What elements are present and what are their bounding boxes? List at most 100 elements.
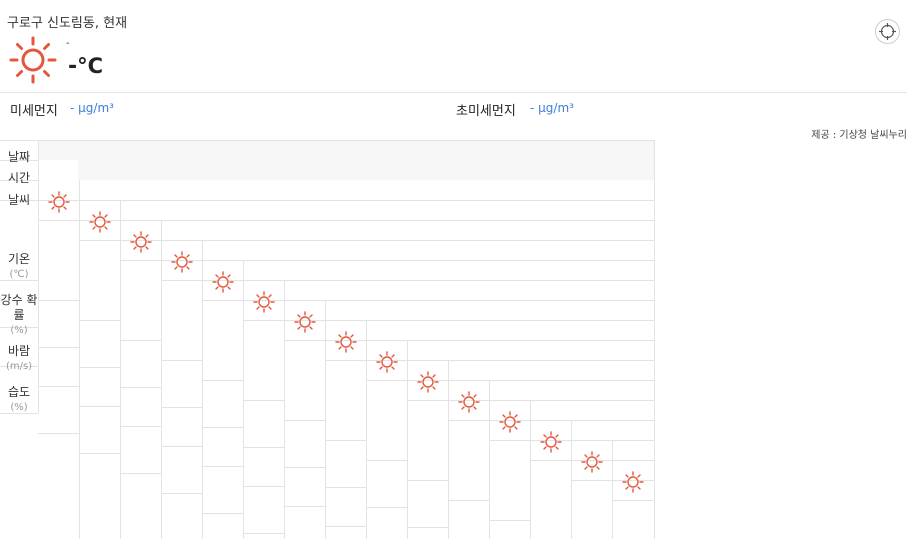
row-label-title: 강수 확률 [0,293,38,322]
cell-line [161,407,202,408]
step-line [202,280,655,281]
cell-line [120,260,161,261]
date-row-shade [38,140,654,160]
row-label-title: 날씨 [7,193,31,207]
cell-line [325,526,366,527]
row-label-1: 날짜 [0,150,38,165]
column-divider [120,200,121,539]
cell-line [79,406,120,407]
row-label-4: 기온 (℃) [0,252,38,282]
cell-line [243,320,284,321]
row-label-3: 날씨 [0,193,38,208]
cell-line [161,360,202,361]
pm25-label: 초미세먼지 [456,104,516,119]
cell-line [161,493,202,494]
cell-line [202,300,243,301]
step-line [325,340,655,341]
column-divider [530,400,531,539]
pm25-value: - μg/m³ [530,101,574,115]
cell-line [202,513,243,514]
cell-line [571,480,612,481]
cell-line [79,367,120,368]
row-label-unit: (%) [10,325,28,336]
cell-line [38,433,79,434]
label-col-divider [38,140,39,413]
crosshair-icon [879,23,896,40]
cell-line [120,340,161,341]
step-line [79,220,655,221]
cell-line [161,280,202,281]
cell-line [243,447,284,448]
cell-line [38,220,79,221]
pm10-value: - μg/m³ [70,101,114,115]
row-label-title: 습도 [7,385,31,399]
cell-line [325,487,366,488]
sun-icon [48,191,70,213]
row-label-5: 강수 확률 (%) [0,293,38,338]
location-title: 구로구 신도림동, 현재 [7,16,128,31]
step-line [366,360,655,361]
cell-line [489,520,530,521]
forecast-table: 날짜시간날씨기온 (℃) 강수 확률 (%) 바람 (m/s) 습도 (%) [0,140,655,539]
current-weather-desc: - [66,38,70,49]
cell-line [284,467,325,468]
step-line [120,240,655,241]
sun-icon [376,351,398,373]
data-provider: 제공 : 기상청 날씨누리 [811,130,907,141]
row-label-6: 바람 (m/s) [0,344,38,374]
cell-line [79,240,120,241]
cell-line [202,466,243,467]
column-divider [161,220,162,539]
cell-line [38,300,79,301]
sun-icon [130,231,152,253]
row-label-title: 날짜 [7,150,31,164]
step-line [284,320,655,321]
current-location-button[interactable] [875,19,900,44]
divider [0,92,907,93]
pm10-label: 미세먼지 [10,104,58,119]
sun-icon [458,391,480,413]
step-line [243,300,655,301]
sun-icon [622,471,644,493]
cell-line [243,533,284,534]
sun-icon [171,251,193,273]
cell-line [530,460,571,461]
sun-icon [417,371,439,393]
row-label-unit: (%) [10,402,28,413]
step-line [38,200,655,201]
row-label-7: 습도 (%) [0,385,38,415]
sun-icon [89,211,111,233]
column-divider [448,360,449,539]
cell-line [448,500,489,501]
cell-line [79,453,120,454]
cell-line [243,400,284,401]
table-border-top [0,140,655,141]
cell-line [120,473,161,474]
cell-line [448,420,489,421]
column-divider [489,380,490,539]
sun-icon [499,411,521,433]
step-line [161,260,655,261]
sun-icon [9,36,57,84]
cell-line [284,420,325,421]
cell-line [366,460,407,461]
cell-line [120,387,161,388]
row-label-title: 기온 [7,252,31,266]
sun-icon [540,431,562,453]
row-label-unit: (℃) [9,269,29,280]
cell-line [202,427,243,428]
column-divider [612,440,613,539]
row-label-2: 시간 [0,171,38,186]
row-label-title: 시간 [7,171,31,185]
sun-icon [581,451,603,473]
sun-icon [335,331,357,353]
cell-line [366,380,407,381]
column-divider [284,280,285,539]
cell-line [407,400,448,401]
cell-line [407,527,448,528]
time-row-shade [78,160,654,180]
cell-line [284,340,325,341]
cell-line [120,426,161,427]
step-line [407,380,655,381]
column-divider [407,340,408,539]
